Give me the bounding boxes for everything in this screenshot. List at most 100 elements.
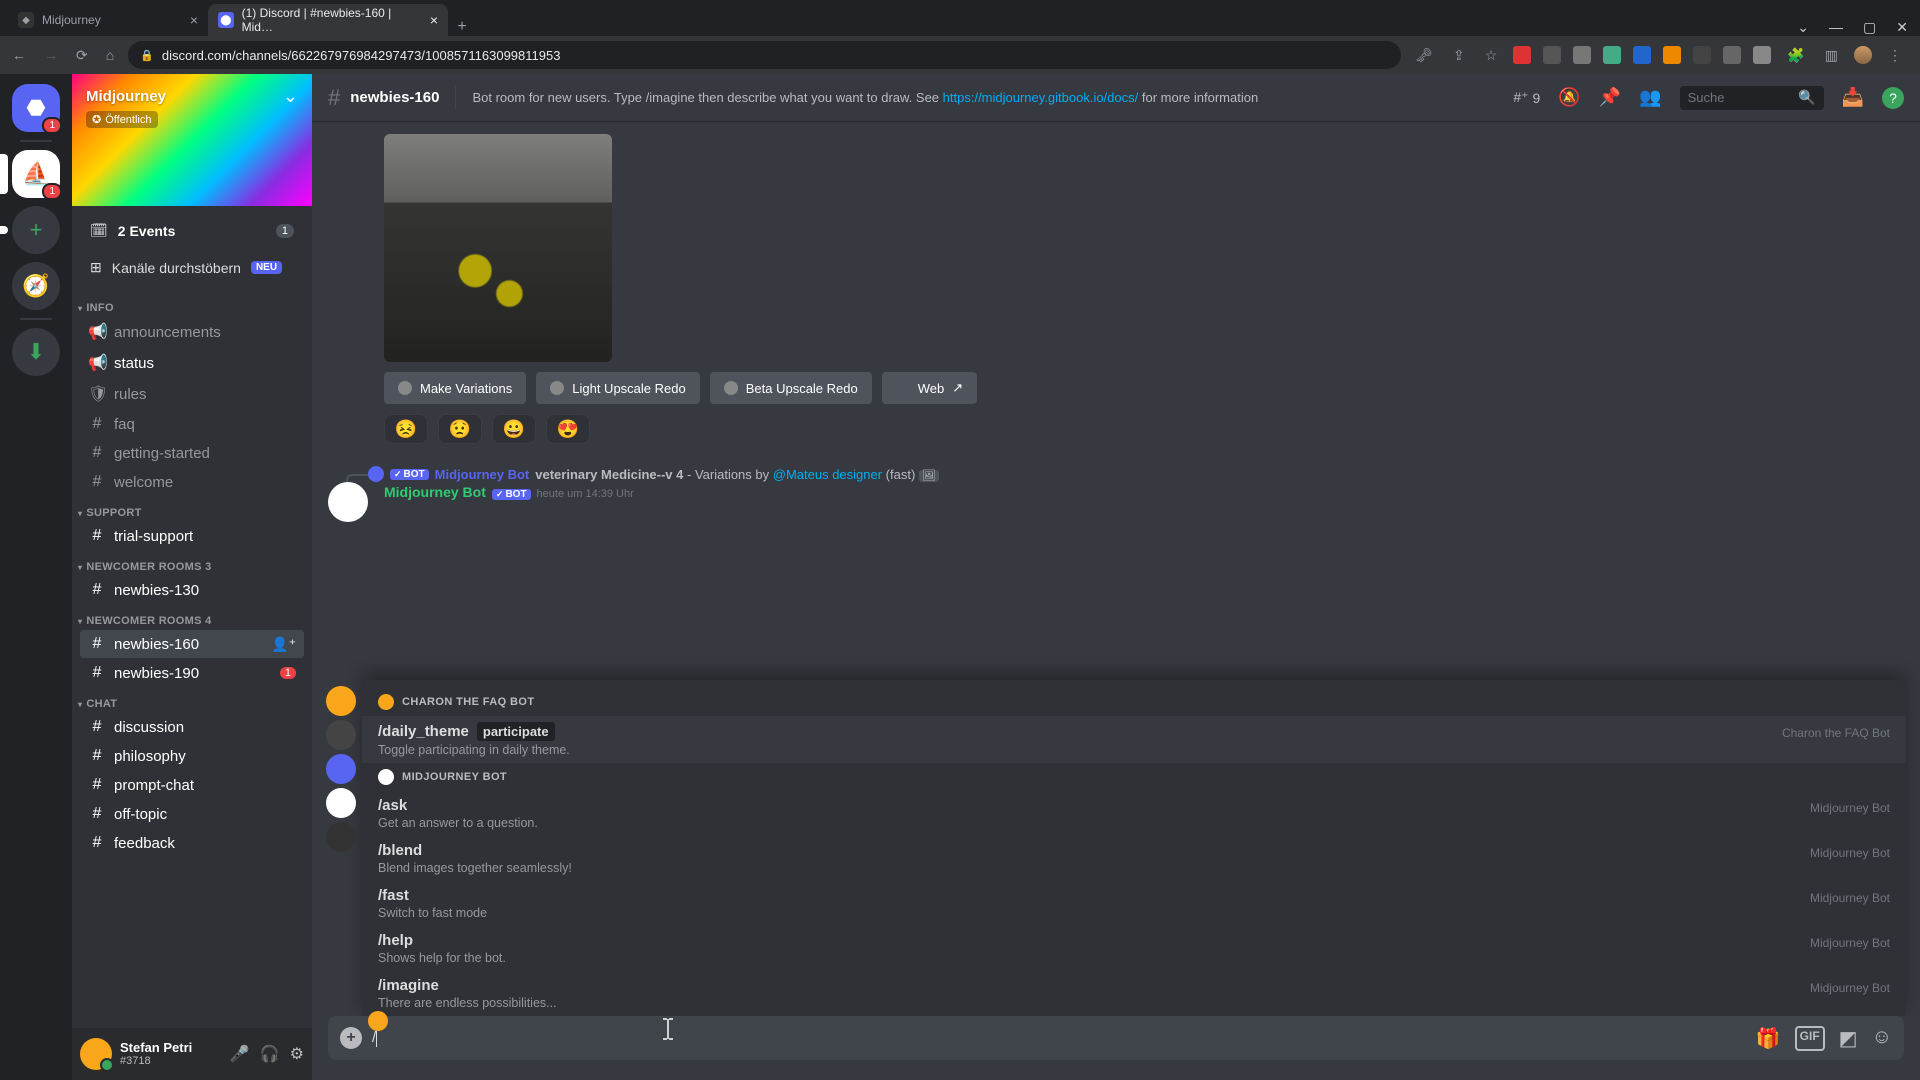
extension-icon[interactable] (1633, 46, 1651, 64)
chevron-down-icon[interactable]: ⌄ (283, 86, 298, 107)
browse-channels-button[interactable]: ⊞ Kanäle durchstöbern NEU (80, 253, 304, 282)
channel-announcements[interactable]: 📢announcements (80, 317, 304, 347)
browser-tab-discord[interactable]: ⬤ (1) Discord | #newbies-160 | Mid… × (208, 4, 448, 36)
message-author[interactable]: Midjourney Bot (384, 484, 486, 500)
discover-button[interactable]: 🧭 (12, 262, 60, 310)
browser-tab-midjourney[interactable]: ◆ Midjourney × (8, 4, 208, 36)
reaction-button[interactable]: 😣 (384, 414, 428, 444)
create-invite-icon[interactable]: 👤⁺ (271, 636, 296, 653)
command-option[interactable]: Midjourney Bot/helpShows help for the bo… (362, 926, 1906, 971)
share-icon[interactable]: ⇪ (1449, 47, 1469, 64)
reload-icon[interactable]: ⟳ (72, 47, 92, 64)
user-avatar[interactable] (80, 1038, 112, 1070)
threads-button[interactable]: #⁺ 9 (1513, 89, 1540, 106)
category-label[interactable]: NEWCOMER ROOMS 4 (72, 605, 312, 629)
channel-newbies-130[interactable]: #newbies-130 (80, 576, 304, 604)
close-window-icon[interactable]: ✕ (1896, 19, 1908, 36)
channel-newbies-160[interactable]: #newbies-160👤⁺ (80, 630, 304, 658)
extensions-menu-icon[interactable]: 🧩 (1783, 47, 1808, 64)
app-icon[interactable] (326, 720, 356, 750)
command-option[interactable]: Midjourney Bot/fastSwitch to fast mode (362, 881, 1906, 926)
reaction-button[interactable]: 😟 (438, 414, 482, 444)
maximize-icon[interactable]: ▢ (1863, 19, 1876, 36)
profile-avatar-icon[interactable] (1854, 46, 1872, 64)
app-icon[interactable] (326, 788, 356, 818)
mention[interactable]: @Mateus designer (773, 467, 882, 482)
channel-status[interactable]: 📢status (80, 348, 304, 378)
app-icon[interactable] (326, 822, 356, 852)
action-beta-upscale-redo[interactable]: Beta Upscale Redo (710, 372, 872, 404)
channel-discussion[interactable]: #discussion (80, 713, 304, 741)
forward-icon[interactable]: → (40, 47, 62, 63)
category-label[interactable]: CHAT (72, 688, 312, 712)
generated-image[interactable] (384, 134, 612, 362)
notifications-icon[interactable]: 🔕 (1558, 87, 1580, 108)
settings-icon[interactable]: ⚙ (290, 1044, 304, 1064)
emoji-icon[interactable]: ☺ (1872, 1026, 1892, 1051)
category-label[interactable]: INFO (72, 292, 312, 316)
extension-icon[interactable] (1603, 46, 1621, 64)
topic-link[interactable]: https://midjourney.gitbook.io/docs/ (943, 90, 1139, 105)
command-option[interactable]: Midjourney Bot/blendBlend images togethe… (362, 836, 1906, 881)
message-avatar[interactable] (328, 482, 368, 522)
add-server-button[interactable]: + (12, 206, 60, 254)
extension-icon[interactable] (1723, 46, 1741, 64)
pinned-icon[interactable]: 📌 (1599, 87, 1621, 108)
reply-preview[interactable]: BOT Midjourney Bot veterinary Medicine--… (312, 464, 1920, 482)
command-option[interactable]: Midjourney Bot/askGet an answer to a que… (362, 791, 1906, 836)
channel-newbies-190[interactable]: #newbies-1901 (80, 659, 304, 687)
inbox-icon[interactable]: 📥 (1842, 87, 1864, 108)
channel-feedback[interactable]: #feedback (80, 829, 304, 857)
extension-icon[interactable] (1513, 46, 1531, 64)
extension-icon[interactable] (1543, 46, 1561, 64)
address-bar[interactable]: 🔒 discord.com/channels/66226797698429747… (128, 41, 1401, 69)
new-tab-button[interactable]: + (448, 18, 476, 36)
key-icon[interactable]: 🗝 (1411, 47, 1437, 64)
category-label[interactable]: SUPPORT (72, 497, 312, 521)
extension-icon[interactable] (1663, 46, 1681, 64)
category-label[interactable]: NEWCOMER ROOMS 3 (72, 551, 312, 575)
extension-icon[interactable] (1693, 46, 1711, 64)
home-button[interactable]: ⬣ 1 (12, 84, 60, 132)
action-make-variations[interactable]: Make Variations (384, 372, 526, 404)
app-icon[interactable] (326, 686, 356, 716)
channel-philosophy[interactable]: #philosophy (80, 742, 304, 770)
help-icon[interactable]: ? (1882, 87, 1904, 109)
extension-icon[interactable] (1573, 46, 1591, 64)
gif-icon[interactable]: GIF (1795, 1026, 1825, 1051)
action-light-upscale-redo[interactable]: Light Upscale Redo (536, 372, 699, 404)
app-icon[interactable] (326, 754, 356, 784)
channel-rules[interactable]: 🛡rules (80, 379, 304, 409)
action-web[interactable]: Web↗ (882, 372, 977, 404)
channel-topic[interactable]: Bot room for new users. Type /imagine th… (472, 90, 1503, 105)
server-midjourney[interactable]: ⛵ 1 (12, 150, 60, 198)
channel-trial-support[interactable]: #trial-support (80, 522, 304, 550)
channel-welcome[interactable]: #welcome (80, 468, 304, 496)
attach-button[interactable]: + (340, 1027, 362, 1049)
members-icon[interactable]: 👥 (1639, 87, 1661, 108)
back-icon[interactable]: ← (8, 47, 30, 63)
download-apps-button[interactable]: ⬇ (12, 328, 60, 376)
close-icon[interactable]: × (190, 12, 198, 28)
mute-icon[interactable]: 🎤 (230, 1044, 250, 1064)
events-button[interactable]: 🗓 2 Events 1 (80, 214, 304, 247)
channel-prompt-chat[interactable]: #prompt-chat (80, 771, 304, 799)
message-list[interactable]: Make Variations Light Upscale Redo Beta Up… (312, 122, 1920, 1016)
channel-faq[interactable]: #faq (80, 410, 304, 438)
star-icon[interactable]: ☆ (1481, 47, 1502, 64)
sticker-icon[interactable]: ◩ (1839, 1026, 1858, 1051)
command-option[interactable]: Charon the FAQ Bot/daily_themeparticipat… (362, 716, 1906, 763)
server-header[interactable]: Midjourney ⌄ ✪ Öffentlich (72, 74, 312, 206)
extension-icon[interactable] (1753, 46, 1771, 64)
chevron-down-icon[interactable]: ⌄ (1797, 19, 1809, 36)
home-icon[interactable]: ⌂ (102, 47, 118, 63)
sidepanel-icon[interactable]: ▥ (1821, 47, 1842, 64)
search-input[interactable]: Suche 🔍 (1680, 86, 1824, 110)
gift-icon[interactable]: 🎁 (1756, 1026, 1781, 1051)
channel-getting-started[interactable]: #getting-started (80, 439, 304, 467)
channel-off-topic[interactable]: #off-topic (80, 800, 304, 828)
minimize-icon[interactable]: — (1829, 19, 1843, 36)
reaction-button[interactable]: 😍 (546, 414, 590, 444)
menu-icon[interactable]: ⋮ (1884, 47, 1906, 64)
command-option[interactable]: Midjourney Bot/imagineThere are endless … (362, 971, 1906, 1016)
